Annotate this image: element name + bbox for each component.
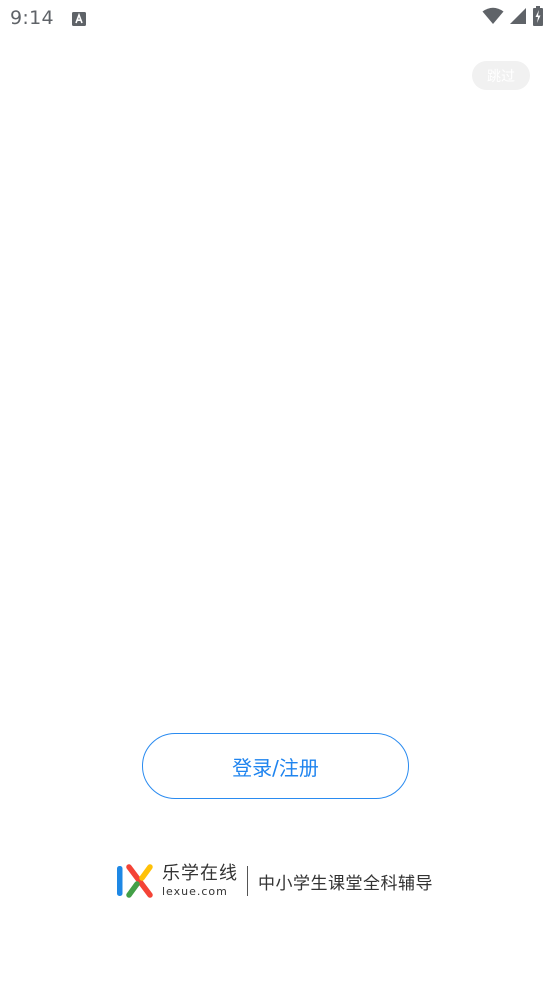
- wifi-icon: [482, 7, 504, 29]
- brand-domain: lexue.com: [162, 885, 228, 898]
- status-icons: [482, 6, 543, 30]
- brand-divider: [247, 866, 248, 896]
- notification-a-icon: [72, 11, 86, 26]
- battery-charging-icon: [533, 6, 543, 30]
- brand-slogan: 中小学生课堂全科辅导: [258, 873, 433, 894]
- lexue-logo-icon: [116, 863, 156, 899]
- brand-footer: 乐学在线 lexue.com 中小学生课堂全科辅导: [116, 862, 433, 900]
- status-bar: 9:14: [0, 0, 553, 40]
- brand-name: 乐学在线: [162, 863, 238, 884]
- cell-signal-icon: [510, 7, 527, 29]
- status-time: 9:14: [10, 7, 54, 29]
- brand-name-block: 乐学在线 lexue.com: [162, 863, 238, 898]
- login-register-button[interactable]: 登录/注册: [142, 733, 409, 799]
- skip-button[interactable]: 跳过: [472, 61, 530, 90]
